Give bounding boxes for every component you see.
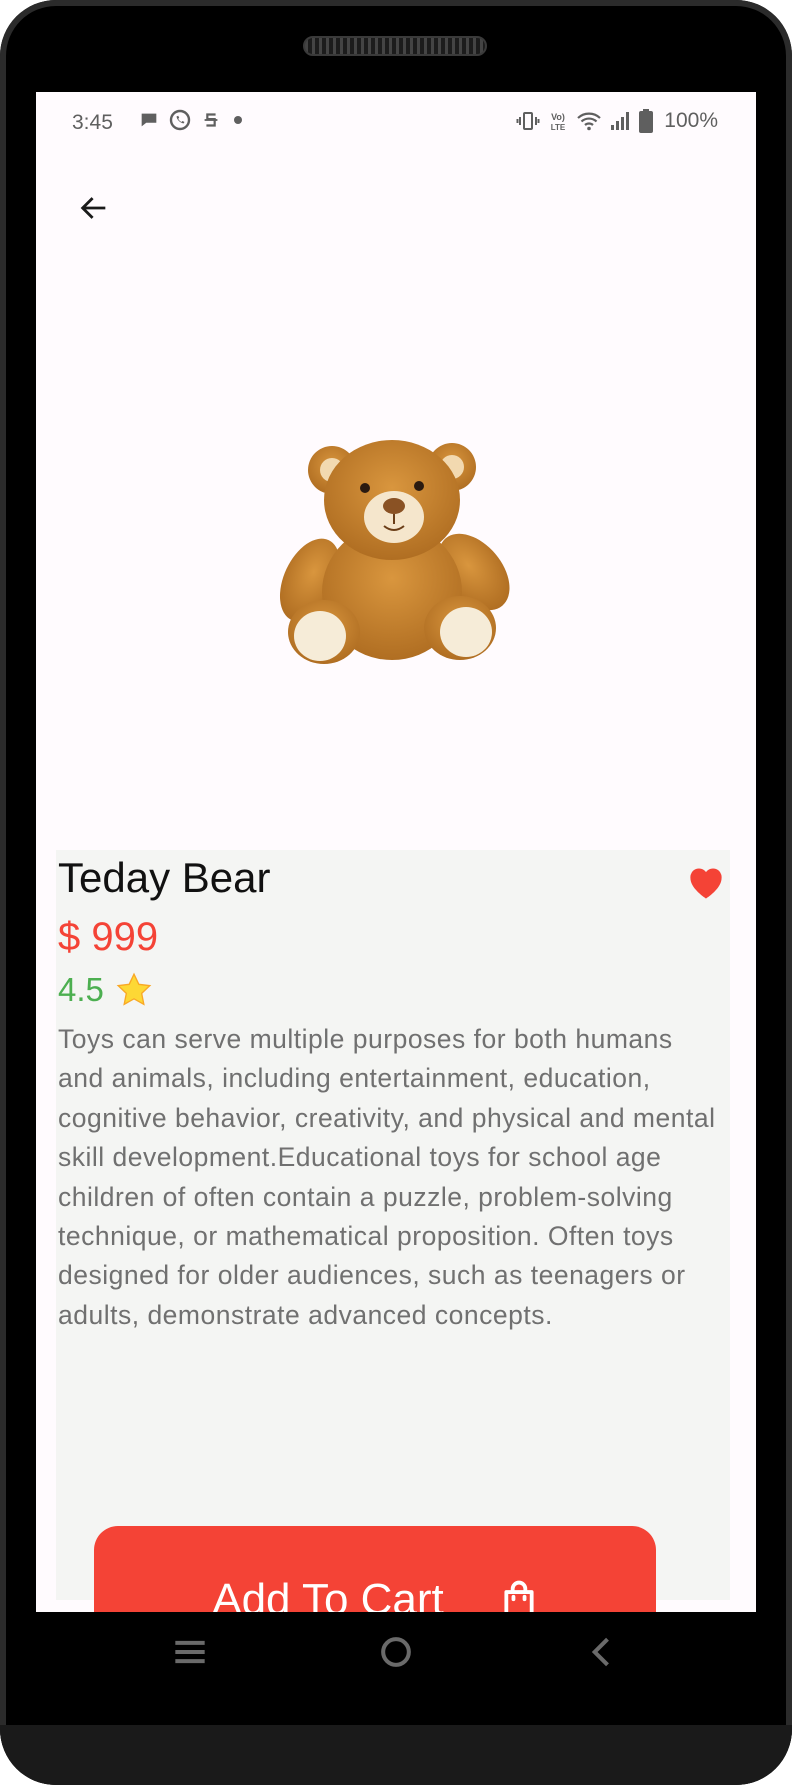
product-description: Toys can serve multiple purposes for bot… [58, 1024, 716, 1330]
status-time: 3:45 [72, 111, 113, 134]
product-title: Teday Bear [58, 854, 271, 901]
add-to-cart-label: Add To Cart [212, 1575, 444, 1612]
heart-icon [690, 868, 722, 899]
notification-icons [138, 108, 246, 132]
battery-percentage: 100% [664, 109, 718, 132]
arrow-left-icon [80, 197, 106, 219]
dot-icon [234, 116, 242, 124]
nav-back-button[interactable] [580, 1630, 624, 1674]
phone-frame: 3:45 Vo) LTE 100% Teday Bear $ 999 4.5 T… [0, 0, 792, 1785]
chat-bubble-icon [141, 113, 157, 127]
rating-value: 4.5 [58, 971, 104, 1008]
add-to-cart-button[interactable]: Add To Cart [94, 1526, 656, 1612]
volte-icon: Vo)LTE [551, 112, 566, 132]
nav-recents-button[interactable] [168, 1630, 212, 1674]
star-icon [116, 972, 152, 1006]
system-icons: Vo) LTE 100% [516, 108, 718, 134]
home-icon [381, 1637, 411, 1667]
speaker-grille [303, 36, 487, 56]
app-screen: 3:45 Vo) LTE 100% Teday Bear $ 999 4.5 T… [36, 92, 756, 1612]
wifi-icon [577, 112, 602, 131]
whatsapp-icon [169, 109, 191, 131]
product-price: $ 999 [58, 915, 159, 959]
app-s-icon [204, 113, 218, 127]
product-details-panel: Teday Bear $ 999 4.5 Toys can serve mult… [56, 850, 730, 1612]
teddy-bear-image [279, 440, 510, 664]
svg-text:LTE: LTE [551, 123, 566, 132]
menu-icon [175, 1640, 205, 1664]
signal-icon [611, 112, 630, 130]
system-nav-bar [36, 1612, 756, 1692]
nav-home-button[interactable] [374, 1630, 418, 1674]
status-bar: 3:45 Vo) LTE 100% [36, 92, 756, 152]
favorite-button[interactable] [684, 860, 728, 904]
back-button[interactable] [66, 180, 122, 236]
product-image [274, 422, 514, 682]
battery-icon [639, 109, 654, 133]
vibrate-icon [516, 112, 540, 130]
back-icon [591, 1637, 609, 1667]
svg-text:Vo): Vo) [551, 112, 565, 122]
shopping-bag-icon [504, 1580, 534, 1612]
rating-row: 4.5 [58, 970, 154, 1010]
phone-chin [0, 1725, 792, 1785]
